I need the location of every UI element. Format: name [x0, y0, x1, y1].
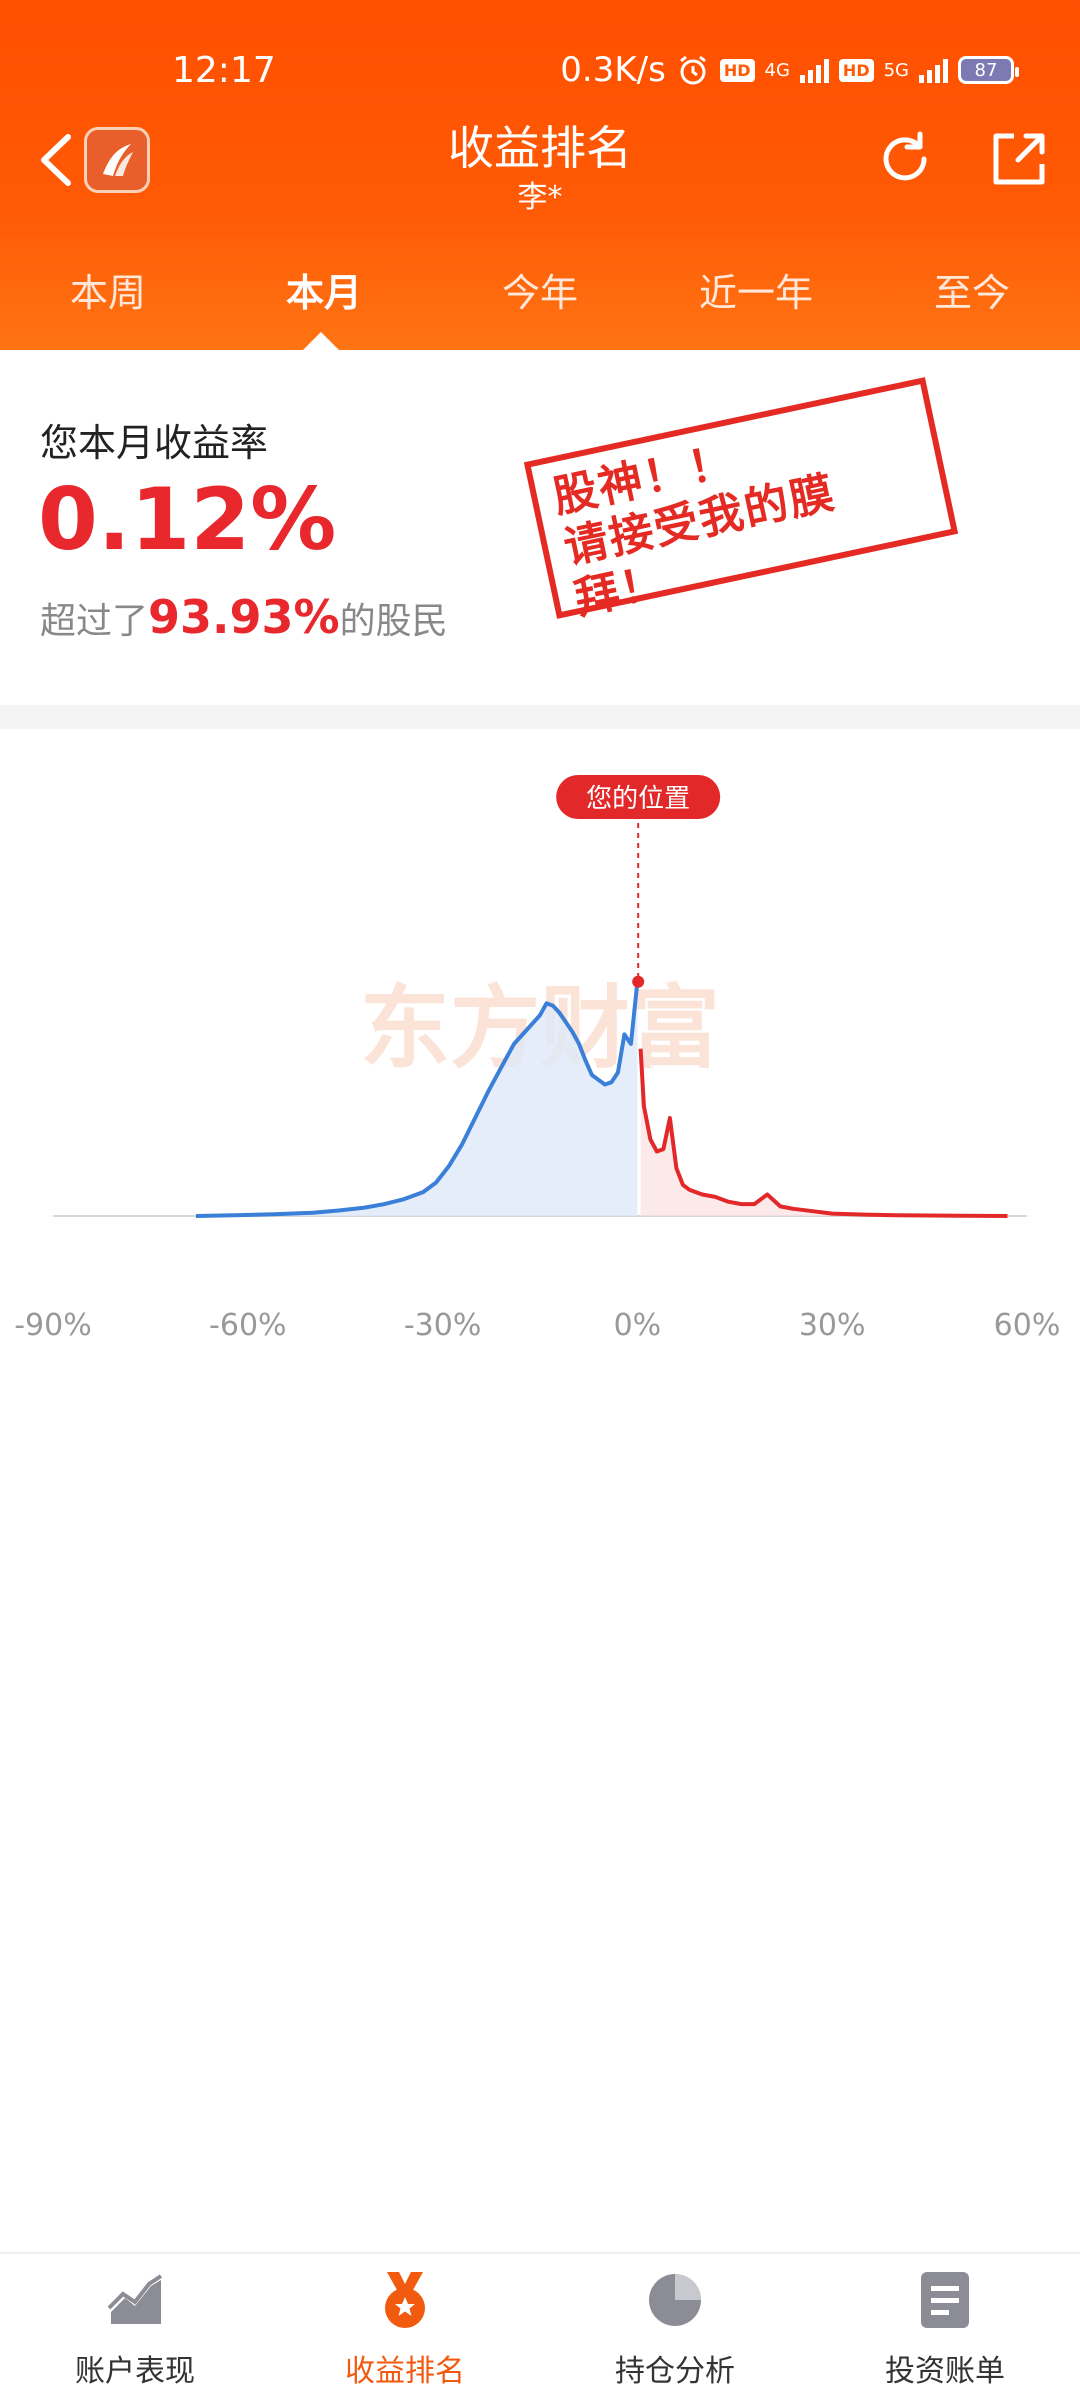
alarm-icon: [679, 55, 706, 85]
x-tick-label: -90%: [14, 1308, 92, 1343]
nav-label-bill: 投资账单: [885, 2354, 1005, 2389]
active-tab-indicator: [303, 332, 339, 350]
pie-chart-icon: [649, 2274, 701, 2326]
return-summary: 您本月收益率 0.12% 超过了93.93%的股民 股神！！ 请接受我的膜拜！: [0, 350, 1080, 705]
beat-percentage-text: 超过了93.93%的股民: [40, 590, 448, 644]
trend-chart-icon: [107, 2274, 163, 2324]
network-type-1: 4G: [764, 59, 790, 81]
medal-icon: [385, 2272, 425, 2328]
tab-all-time[interactable]: 至今: [864, 262, 1080, 317]
share-icon[interactable]: [988, 128, 1050, 190]
position-label: 您的位置: [586, 784, 690, 814]
refresh-icon[interactable]: [874, 128, 936, 190]
nav-label-holdings: 持仓分析: [615, 2354, 735, 2389]
tab-year[interactable]: 今年: [432, 262, 648, 317]
x-tick-label: 30%: [799, 1308, 866, 1343]
signal-icon-2: [919, 57, 948, 83]
nav-label-ranking: 收益排名: [345, 2354, 465, 2389]
nav-label-account: 账户表现: [75, 2354, 195, 2389]
status-indicators: 0.3K/s HD 4G HD 5G 87: [560, 50, 1019, 90]
return-label: 您本月收益率: [40, 421, 269, 465]
return-distribution-chart: 东方财富您的位置-90%-60%-30%0%30%60%: [0, 729, 1080, 1389]
return-rate: 0.12%: [38, 470, 337, 570]
x-tick-label: -60%: [209, 1308, 287, 1343]
distribution-svg: 东方财富您的位置-90%-60%-30%0%30%60%: [14, 775, 1061, 1343]
nav-holdings-analysis[interactable]: 持仓分析: [540, 2268, 810, 2390]
tab-week[interactable]: 本周: [0, 262, 216, 317]
x-tick-label: 60%: [994, 1308, 1061, 1343]
bottom-navigation: 账户表现 收益排名 持仓分析 投资账单: [0, 2252, 1080, 2400]
bill-icon: [921, 2272, 969, 2328]
nav-investment-bill[interactable]: 投资账单: [810, 2268, 1080, 2390]
battery-icon: 87: [958, 56, 1019, 84]
network-speed: 0.3K/s: [560, 50, 666, 90]
status-time: 12:17: [172, 50, 276, 91]
beat-prefix: 超过了: [40, 601, 149, 642]
x-tick-label: 0%: [614, 1308, 662, 1343]
beat-suffix: 的股民: [339, 601, 448, 642]
hd-badge: HD: [719, 58, 755, 82]
tab-month[interactable]: 本月: [216, 262, 432, 317]
signal-icon: [799, 57, 829, 83]
position-marker-dot: [632, 975, 645, 988]
tab-last-year[interactable]: 近一年: [648, 262, 864, 317]
praise-stamp: 股神！！ 请接受我的膜拜！: [523, 377, 959, 625]
status-bar: 12:17 0.3K/s HD 4G HD 5G 87: [0, 0, 1080, 110]
period-tabs: 本周 本月 今年 近一年 至今: [0, 250, 1080, 350]
network-type-2: 5G: [883, 59, 909, 81]
hd-badge-2: HD: [838, 58, 874, 82]
nav-return-ranking[interactable]: 收益排名: [270, 2268, 540, 2390]
app-header: 12:17 0.3K/s HD 4G HD 5G 87 收益排名 李* 本周 本…: [0, 0, 1080, 350]
nav-account-performance[interactable]: 账户表现: [0, 2268, 270, 2390]
section-divider: [0, 705, 1080, 729]
x-tick-label: -30%: [404, 1308, 482, 1343]
beat-percentage: 93.93%: [148, 590, 340, 644]
